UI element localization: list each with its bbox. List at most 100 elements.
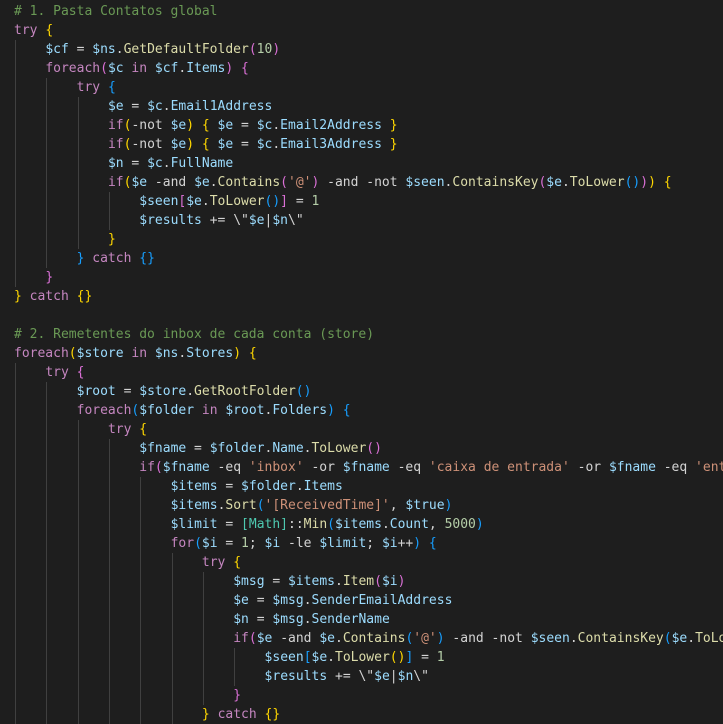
code-token: { bbox=[139, 422, 148, 437]
code-token: } bbox=[45, 270, 54, 285]
code-line: foreach($folder in $root.Folders) { bbox=[77, 401, 351, 420]
code-token: . bbox=[561, 175, 570, 190]
code-token: () bbox=[389, 650, 406, 665]
code-token: '@' bbox=[413, 631, 437, 646]
code-token: = bbox=[217, 479, 242, 494]
indent-guide bbox=[108, 439, 110, 724]
indent-guide bbox=[15, 363, 16, 724]
code-token: $e bbox=[107, 99, 124, 114]
code-token: $items bbox=[288, 574, 335, 589]
code-token: ) bbox=[397, 574, 406, 589]
code-line: if($e -and $e.Contains('@') -and -not $s… bbox=[233, 629, 723, 648]
code-token: $c bbox=[147, 99, 163, 114]
code-line: $fname = $folder.Name.ToLower() bbox=[139, 439, 382, 458]
code-token: $items bbox=[170, 498, 218, 513]
code-token: $folder bbox=[241, 479, 296, 494]
code-token: for bbox=[170, 536, 195, 551]
code-token: -le bbox=[280, 536, 320, 551]
code-line: foreach($store in $ns.Stores) { bbox=[14, 344, 257, 363]
code-editor[interactable]: # 1. Pasta Contatos global try {$cf = $ns… bbox=[0, 0, 723, 724]
code-token: = bbox=[248, 593, 273, 608]
code-token: . bbox=[272, 137, 281, 152]
code-token: 10 bbox=[256, 42, 273, 57]
code-line: $results += \"$e|$n\" bbox=[139, 211, 303, 230]
code-token: ToLower bbox=[695, 631, 723, 646]
code-token: :: bbox=[288, 517, 304, 532]
code-token: FullName bbox=[170, 156, 234, 171]
code-token: $e bbox=[170, 137, 187, 152]
code-token: ( bbox=[248, 42, 257, 57]
code-token: $e bbox=[217, 118, 234, 133]
code-token: ) bbox=[233, 346, 242, 361]
code-line: $root = $store.GetRootFolder() bbox=[77, 382, 312, 401]
code-token: { bbox=[201, 118, 210, 133]
code-token: $e bbox=[233, 593, 249, 608]
indent-guide bbox=[77, 420, 79, 724]
code-token: $msg bbox=[272, 612, 304, 627]
indent-guide bbox=[77, 97, 79, 249]
code-token: '[ReceivedTime]' bbox=[264, 498, 390, 513]
code-token: -and -not bbox=[444, 631, 531, 646]
code-token: { bbox=[663, 175, 672, 190]
code-token: $c bbox=[256, 118, 273, 133]
code-token: $e bbox=[319, 631, 335, 646]
code-token: = bbox=[186, 441, 210, 456]
code-line: try { bbox=[77, 78, 116, 97]
code-token: . bbox=[115, 42, 124, 57]
code-token: Items bbox=[303, 479, 343, 494]
code-line: try { bbox=[14, 21, 53, 40]
code-token: } bbox=[14, 289, 22, 304]
code-token: ToLower bbox=[311, 441, 367, 456]
code-token: { bbox=[428, 536, 437, 551]
code-token: [ bbox=[303, 650, 312, 665]
code-token: $store bbox=[139, 384, 187, 399]
code-token: $i bbox=[201, 536, 218, 551]
code-token: $e bbox=[671, 631, 688, 646]
code-line: try { bbox=[202, 553, 241, 572]
code-token: . bbox=[381, 517, 390, 532]
code-token: } bbox=[389, 118, 398, 133]
code-token: $n bbox=[272, 213, 288, 228]
code-token: if bbox=[107, 137, 124, 152]
code-token: . bbox=[327, 650, 335, 665]
code-token: Email2Address bbox=[280, 118, 382, 133]
code-token: $i bbox=[381, 574, 398, 589]
code-token: ( bbox=[327, 517, 335, 532]
code-token: | bbox=[389, 669, 398, 684]
code-line: try { bbox=[108, 420, 147, 439]
code-token: Name bbox=[272, 441, 304, 456]
code-token: catch bbox=[29, 289, 69, 304]
code-token: . bbox=[687, 631, 696, 646]
code-token: $results bbox=[264, 669, 328, 684]
code-token: { bbox=[76, 365, 85, 380]
code-token: ) bbox=[444, 498, 453, 513]
code-token: . bbox=[335, 631, 343, 646]
code-line: $msg = $items.Item($i) bbox=[233, 572, 405, 591]
code-token: $i bbox=[381, 536, 398, 551]
code-token: \" bbox=[288, 213, 304, 228]
code-token: -not bbox=[131, 118, 171, 133]
code-token: . bbox=[272, 118, 281, 133]
code-token: } bbox=[233, 688, 242, 703]
code-line: } catch {} bbox=[14, 287, 92, 306]
code-token: ] bbox=[280, 194, 288, 209]
code-token: ( bbox=[194, 536, 202, 551]
code-token: = bbox=[264, 574, 289, 589]
code-token: -not bbox=[131, 137, 171, 152]
indent-guide bbox=[15, 40, 16, 287]
code-token: () bbox=[264, 194, 281, 209]
code-line: $n = $c.FullName bbox=[108, 154, 233, 173]
code-token: . bbox=[295, 479, 304, 494]
code-line: $items = $folder.Items bbox=[171, 477, 343, 496]
code-token: ; bbox=[248, 536, 265, 551]
code-token: () bbox=[295, 384, 312, 399]
code-token: Item bbox=[342, 574, 375, 589]
code-token: Email1Address bbox=[170, 99, 273, 114]
